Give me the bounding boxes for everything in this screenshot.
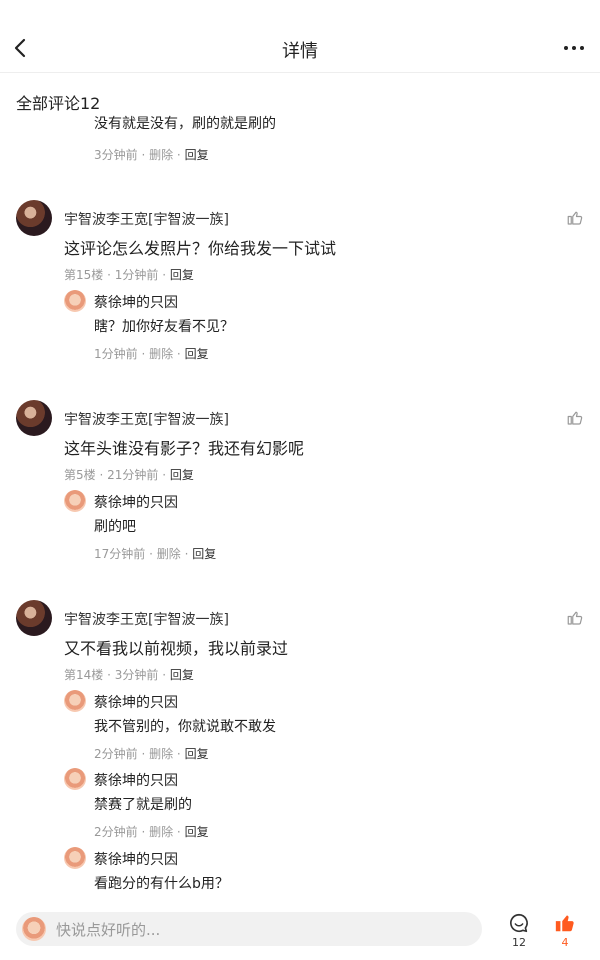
top-bar: 详情 — [0, 0, 600, 73]
delete-link[interactable]: 删除 — [157, 547, 181, 561]
reply-username[interactable]: 蔡徐坤的只因 — [94, 492, 178, 512]
reply-time: 1分钟前 — [94, 347, 138, 361]
reply-link[interactable]: 回复 — [170, 668, 194, 682]
comment-item: 宇智波李王宽[宇智波一族] 又不看我以前视频，我以前录过 第14楼 · 3分钟前… — [0, 600, 600, 900]
reply-username[interactable]: 蔡徐坤的只因 — [94, 849, 178, 869]
reply-meta: 2分钟前 · 删除 · 回复 — [94, 747, 209, 761]
comment-text: 这评论怎么发照片？你给我发一下试试 — [64, 239, 337, 258]
avatar[interactable] — [16, 200, 52, 236]
reply-meta: 2分钟前 · 删除 · 回复 — [94, 825, 209, 839]
reply-avatar[interactable] — [64, 690, 86, 712]
comment-list[interactable]: 没有就是没有，刷的就是刷的 3分钟前 · 删除 · 回复 宇智波李王宽[宇智波一… — [0, 115, 600, 900]
reply-avatar[interactable] — [64, 490, 86, 512]
reply-avatar[interactable] — [64, 847, 86, 869]
my-avatar — [22, 917, 46, 941]
bottom-bar: 12 4 — [0, 900, 600, 960]
reply-link[interactable]: 回复 — [170, 268, 194, 282]
reply-avatar[interactable] — [64, 768, 86, 790]
comments-count-heading: 全部评论12 — [16, 94, 101, 113]
thumb-up-icon[interactable] — [566, 609, 584, 627]
comment-username[interactable]: 宇智波李王宽[宇智波一族] — [64, 409, 229, 429]
reply-text: 没有就是没有，刷的就是刷的 — [94, 116, 276, 132]
reply-link[interactable]: 回复 — [170, 468, 194, 482]
reply-text: 我不管别的，你就说敢不敢发 — [94, 719, 276, 735]
reply-time: 3分钟前 — [94, 148, 138, 162]
reply-link[interactable]: 回复 — [185, 347, 209, 361]
reply-link[interactable]: 回复 — [192, 547, 216, 561]
comment-input-box[interactable] — [16, 912, 482, 948]
delete-link[interactable]: 删除 — [149, 747, 173, 761]
comment-button[interactable]: 12 — [504, 910, 534, 954]
comment-username[interactable]: 宇智波李王宽[宇智波一族] — [64, 609, 229, 629]
reply-meta: 3分钟前 · 删除 · 回复 — [94, 148, 209, 162]
reply-avatar[interactable] — [64, 290, 86, 312]
comment-username[interactable]: 宇智波李王宽[宇智波一族] — [64, 209, 229, 229]
reply-link[interactable]: 回复 — [185, 825, 209, 839]
floor-label: 第15楼 — [64, 268, 104, 282]
comment-meta: 第5楼 · 21分钟前 · 回复 — [64, 468, 194, 482]
like-count: 4 — [561, 936, 569, 949]
comment-item: 宇智波李王宽[宇智波一族] 这年头谁没有影子？我还有幻影呢 第5楼 · 21分钟… — [0, 400, 600, 570]
comment-item: 宇智波李王宽[宇智波一族] 这评论怎么发照片？你给我发一下试试 第15楼 · 1… — [0, 200, 600, 370]
reply-time: 2分钟前 — [94, 825, 138, 839]
thumb-up-icon[interactable] — [566, 209, 584, 227]
delete-link[interactable]: 删除 — [149, 148, 173, 162]
floor-label: 第14楼 — [64, 668, 104, 682]
reply-link[interactable]: 回复 — [185, 747, 209, 761]
floor-label: 第5楼 — [64, 468, 96, 482]
page-title: 详情 — [282, 41, 318, 62]
comment-text: 又不看我以前视频，我以前录过 — [64, 639, 289, 658]
delete-link[interactable]: 删除 — [149, 347, 173, 361]
like-button[interactable]: 4 — [550, 910, 580, 954]
reply-time: 2分钟前 — [94, 747, 138, 761]
avatar[interactable] — [16, 600, 52, 636]
comment-meta: 第15楼 · 1分钟前 · 回复 — [64, 268, 194, 282]
comment-input[interactable] — [54, 912, 478, 948]
comment-time: 1分钟前 — [114, 268, 159, 282]
reply-username[interactable]: 蔡徐坤的只因 — [94, 692, 178, 712]
thumb-up-icon[interactable] — [566, 409, 584, 427]
comment-bubble-icon — [510, 913, 528, 933]
comment-meta: 第14楼 · 3分钟前 · 回复 — [64, 668, 194, 682]
reply-text: 刷的吧 — [94, 519, 136, 535]
reply-time: 17分钟前 — [94, 547, 146, 561]
reply-text: 瞎？加你好友看不见？ — [94, 319, 234, 335]
reply-username[interactable]: 蔡徐坤的只因 — [94, 292, 178, 312]
reply-username[interactable]: 蔡徐坤的只因 — [94, 770, 178, 790]
reply-text: 看跑分的有什么b用？ — [94, 876, 229, 892]
comment-count: 12 — [512, 936, 526, 949]
reply-meta: 17分钟前 · 删除 · 回复 — [94, 547, 217, 561]
avatar[interactable] — [16, 400, 52, 436]
comment-time: 21分钟前 — [107, 468, 159, 482]
thumb-up-filled-icon — [555, 915, 574, 932]
reply-text: 禁赛了就是刷的 — [94, 797, 192, 813]
reply-meta: 1分钟前 · 删除 · 回复 — [94, 347, 209, 361]
comment-time: 3分钟前 — [114, 668, 159, 682]
more-options-icon[interactable] — [564, 38, 586, 58]
reply-link[interactable]: 回复 — [185, 148, 209, 162]
comment-text: 这年头谁没有影子？我还有幻影呢 — [64, 439, 305, 458]
delete-link[interactable]: 删除 — [149, 825, 173, 839]
